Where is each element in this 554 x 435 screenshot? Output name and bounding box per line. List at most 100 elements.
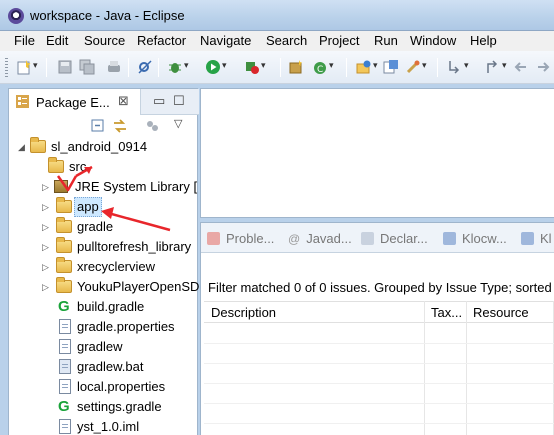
problems-table-header: Description Tax... Resource [204,301,554,323]
tree-item-label: xrecyclerview [77,259,156,274]
debug-icon[interactable] [167,59,189,75]
folder-icon [56,197,72,213]
tree-item-label: app [74,197,102,217]
tree-item-label: JRE System Library [ [75,179,198,194]
filter-status-text: Filter matched 0 of 0 issues. Grouped by… [208,280,552,295]
file-icon [59,419,71,434]
collapse-all-icon[interactable] [91,119,105,133]
tab-klocwork-2[interactable]: Kl [521,231,552,246]
tab-package-explorer-label: Package E... [36,95,110,110]
new-class-icon[interactable]: C [312,59,334,75]
problems-icon [207,232,220,245]
package-explorer-view: Package E... ⊠ ▭ ☐ ▽ ◢ sl_android_0914 s… [8,88,200,435]
focus-on-active-task-icon[interactable] [145,119,159,133]
external-tools-icon[interactable] [244,59,266,75]
tab-package-explorer[interactable]: Package E... ⊠ [9,89,141,115]
editor-area[interactable] [200,88,554,218]
folder-icon [56,277,72,293]
minimize-icon[interactable]: ▭ [153,93,165,109]
view-toolbar: ▽ [9,115,199,137]
save-icon[interactable] [57,59,73,75]
tree-item-label: YoukuPlayerOpenSD [77,279,200,294]
menu-refactor[interactable]: Refactor [137,33,186,48]
menu-edit[interactable]: Edit [46,33,68,48]
tree-item-label: gradle [77,219,114,234]
run-icon[interactable] [205,59,227,75]
window-title: workspace - Java - Eclipse [30,8,185,23]
folder-icon [56,217,72,233]
menu-file[interactable]: File [14,33,35,48]
tab-label: Javad... [306,231,352,246]
tab-declaration[interactable]: Declar... [361,231,428,246]
menu-bar: File Edit Source Refactor Navigate Searc… [0,31,554,51]
menu-search[interactable]: Search [266,33,307,48]
klocwork-icon [443,232,456,245]
collapsed-chevron-icon[interactable]: ▷ [42,177,52,197]
column-type[interactable]: Tax... [431,305,462,320]
forward-icon[interactable] [536,59,552,75]
tree-item-label: build.gradle [77,299,145,314]
window-titlebar: workspace - Java - Eclipse [0,0,554,31]
tab-javadoc[interactable]: @ Javad... [288,231,352,246]
menu-source[interactable]: Source [84,33,125,48]
eclipse-logo-icon [8,8,24,24]
skip-breakpoints-icon[interactable] [137,59,153,75]
package-folder-icon [48,157,64,173]
back-icon[interactable] [512,59,528,75]
bottom-view-tabs: Proble... @ Javad... Declar... Klocw... K… [201,223,554,253]
menu-help[interactable]: Help [470,33,497,48]
collapsed-chevron-icon[interactable]: ▷ [42,237,52,257]
svg-text:C: C [317,65,323,75]
klocwork-icon [521,232,534,245]
collapsed-chevron-icon[interactable]: ▷ [42,197,52,217]
next-annotation-icon[interactable] [447,59,469,75]
collapsed-chevron-icon[interactable]: ▷ [42,217,52,237]
file-icon [59,339,71,354]
maximize-icon[interactable]: ☐ [173,93,185,109]
tree-item-label: gradlew.bat [77,359,144,374]
folder-icon [56,257,72,273]
tab-klocwork[interactable]: Klocw... [443,231,507,246]
collapsed-chevron-icon[interactable]: ▷ [42,257,52,277]
tree-item-label: src [69,159,87,174]
menu-navigate[interactable]: Navigate [200,33,251,48]
menu-run[interactable]: Run [374,33,398,48]
menu-window[interactable]: Window [410,33,456,48]
main-toolbar: C [0,51,554,84]
tree-item-label: pulltorefresh_library [77,239,192,254]
collapsed-chevron-icon[interactable]: ▷ [42,277,52,297]
save-all-icon[interactable] [79,59,95,75]
file-icon [59,379,71,394]
menu-project[interactable]: Project [319,33,359,48]
problems-view: Proble... @ Javad... Declar... Klocw... K… [200,222,554,435]
print-icon[interactable] [106,59,122,75]
search-icon[interactable] [405,59,427,75]
tab-problems[interactable]: Proble... [207,231,274,246]
column-description[interactable]: Description [211,305,276,320]
new-java-package-icon[interactable] [288,59,304,75]
view-menu-chevron-down-icon[interactable]: ▽ [174,117,182,130]
file-icon [59,319,71,334]
column-resource[interactable]: Resource [473,305,529,320]
tree-item-label: settings.gradle [77,399,162,414]
expanded-chevron-icon[interactable]: ◢ [18,137,28,157]
link-with-editor-icon[interactable] [112,118,128,134]
tab-label: Klocw... [462,231,507,246]
tree-item-label: sl_android_0914 [51,139,148,154]
tree-item-label: gradle.properties [77,319,175,334]
javadoc-icon: @ [288,232,301,246]
declaration-icon [361,232,374,245]
gradle-icon: G [58,298,70,315]
package-explorer-icon [16,95,29,108]
new-icon[interactable] [16,59,38,75]
toolbar-grip[interactable] [5,58,8,77]
close-icon[interactable]: ⊠ [118,93,129,109]
folder-icon [56,237,72,253]
previous-annotation-icon[interactable] [485,59,507,75]
tab-label: Declar... [380,231,428,246]
open-task-icon[interactable] [383,59,399,75]
project-icon [30,137,46,153]
open-type-icon[interactable] [356,59,378,75]
batch-file-icon [59,359,71,374]
tree-item-label: gradlew [77,339,123,354]
